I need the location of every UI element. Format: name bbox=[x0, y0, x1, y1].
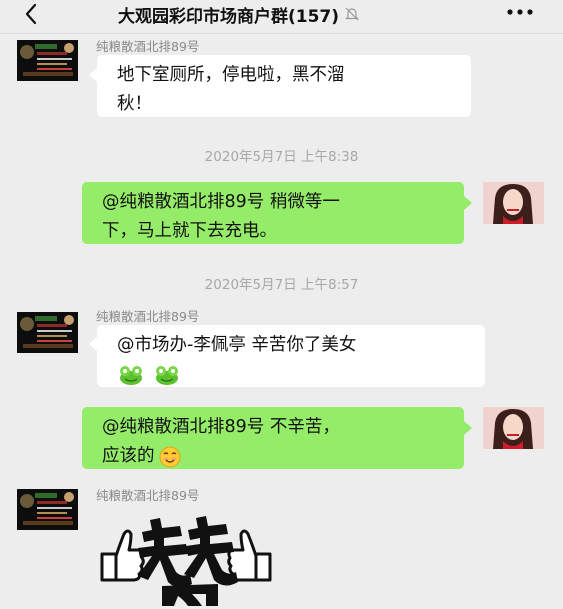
bubble-tail bbox=[89, 337, 97, 351]
timestamp: 2020年5月7日 上午8:57 bbox=[204, 277, 359, 293]
chat-title: 大观园彩印市场商户群(157) bbox=[118, 6, 340, 27]
thumbs-up-sticker-icon[interactable] bbox=[98, 514, 274, 606]
emoji-row bbox=[117, 360, 471, 389]
message-text-line: @纯粮散酒北排89号 不辛苦， bbox=[102, 417, 340, 437]
sender-avatar[interactable] bbox=[17, 40, 78, 81]
sender-name: 纯粮散酒北排89号 bbox=[96, 488, 200, 503]
chat-title-wrap: 大观园彩印市场商户群(157) bbox=[118, 2, 361, 27]
frog-emoji-icon bbox=[156, 365, 178, 385]
self-avatar[interactable] bbox=[483, 182, 544, 224]
message-text-line: 秋！ bbox=[117, 94, 152, 114]
message-text-line-with-emoji: 应该的 bbox=[102, 442, 450, 471]
chat-header: 大观园彩印市场商户群(157) bbox=[0, 0, 563, 30]
timestamp: 2020年5月7日 上午8:38 bbox=[204, 149, 359, 165]
sender-avatar[interactable] bbox=[17, 489, 78, 530]
bubble-tail bbox=[89, 68, 97, 82]
message-text-line: 应该的 bbox=[102, 446, 155, 466]
message-text-line: 地下室厕所，停电啦，黑不溜 bbox=[117, 65, 345, 85]
more-dots-icon[interactable] bbox=[505, 5, 535, 19]
bell-muted-icon bbox=[345, 7, 359, 21]
bubble-tail bbox=[464, 421, 472, 435]
message-text-line: @纯粮散酒北排89号 稍微等一 bbox=[102, 192, 340, 212]
sender-name: 纯粮散酒北排89号 bbox=[96, 39, 200, 54]
bubble-tail bbox=[464, 196, 472, 210]
message-bubble[interactable]: @纯粮散酒北排89号 稍微等一 下，马上就下去充电。 bbox=[82, 182, 464, 244]
message-text-line: @市场办-李佩亭 辛苦你了美女 bbox=[117, 335, 357, 355]
message-bubble[interactable]: @纯粮散酒北排89号 不辛苦， 应该的 bbox=[82, 407, 464, 469]
message-bubble[interactable]: 地下室厕所，停电啦，黑不溜 秋！ bbox=[97, 55, 471, 117]
frog-emoji-icon bbox=[120, 365, 142, 385]
header-divider bbox=[0, 33, 563, 34]
message-text-line: 下，马上就下去充电。 bbox=[102, 221, 277, 241]
sender-name: 纯粮散酒北排89号 bbox=[96, 309, 200, 324]
sender-avatar[interactable] bbox=[17, 312, 78, 353]
self-avatar[interactable] bbox=[483, 407, 544, 449]
chevron-left-icon[interactable] bbox=[20, 2, 44, 26]
message-bubble[interactable]: @市场办-李佩亭 辛苦你了美女 bbox=[97, 325, 485, 387]
smile-emoji-icon bbox=[159, 446, 180, 467]
